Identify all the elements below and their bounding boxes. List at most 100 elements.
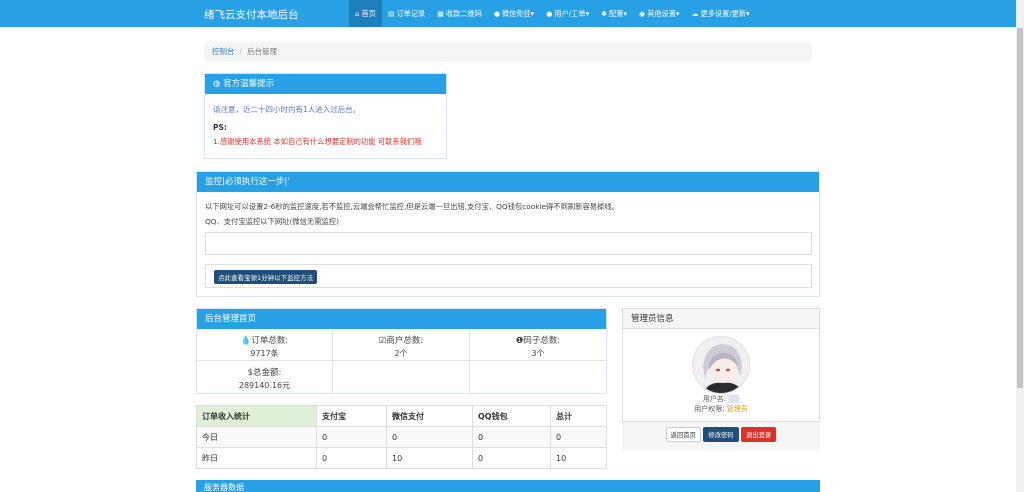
column-header: 订单收入统计: [196, 405, 317, 427]
avatar-illustration: [693, 337, 749, 393]
nav-wechat[interactable]: ● 微信免挂▾: [488, 0, 540, 27]
dashboard-panel-header: 后台管理首页: [197, 309, 606, 329]
nav-other-settings[interactable]: ◉ 其他设置▾: [633, 0, 685, 27]
notice-thanks-text: 1.感谢使用本系统 本如自己有什么想要定制的功能 可联系我们哦: [213, 137, 422, 146]
table-cell: 0: [386, 426, 473, 448]
nav-label: 收款二维码: [445, 9, 482, 18]
back-home-button[interactable]: 返回首页: [665, 427, 701, 442]
dashboard-panel: 后台管理首页 💧订单总数: 9717条 ☑商户总数: 2个 ❶码子总数: 3个 …: [196, 308, 607, 394]
income-stats-table: 订单收入统计 支付宝 微信支付 QQ钱包 总计 今日 0 0 0 0 昨日 0 …: [196, 405, 607, 469]
user-icon: ●: [546, 10, 553, 18]
nav-users[interactable]: ● 用户/工单▾: [540, 0, 595, 27]
monitor-description: 以下网址可以设置2-6秒的监控速度,若不监控,云端会帮忙监控,但是云端一旦出错,…: [205, 202, 619, 211]
notice-login-info: 请注意，近二十四小时内有1人进入过后台。: [213, 105, 361, 114]
breadcrumb-current: 后台管理: [247, 47, 278, 56]
avatar: [692, 336, 750, 394]
logout-button[interactable]: 退出登录: [741, 427, 777, 442]
stat-label-text: 总金额:: [253, 368, 282, 378]
role-label: 用户权限:: [694, 405, 725, 413]
stat-codes: ❶码子总数: 3个: [470, 329, 606, 361]
table-cell: 10: [386, 447, 473, 469]
monitor-button-well: 点此查看宝顿1分钟以下监控方法: [205, 264, 812, 288]
stat-orders: 💧订单总数: 9717条: [197, 329, 333, 361]
stat-total-amount: $总金额: 289140.16元: [197, 361, 333, 394]
page-scrollbar[interactable]: [1016, 0, 1024, 492]
cloud-icon: ☁: [691, 10, 699, 18]
table-cell: 0: [316, 447, 387, 469]
nav-label: 其他设置▾: [647, 9, 680, 18]
nav-config[interactable]: ✱ 配置▾: [595, 0, 633, 27]
stat-label: 💧订单总数:: [197, 334, 332, 346]
table-cell: 0: [550, 426, 607, 448]
table-row: 今日 0 0 0 0: [196, 426, 607, 448]
table-row: 昨日 0 10 0 10: [196, 447, 607, 469]
table-cell: 今日: [196, 426, 317, 448]
stat-empty-cell: [333, 361, 470, 394]
column-header: QQ钱包: [472, 405, 551, 427]
stat-label-text: 订单总数:: [251, 336, 289, 346]
nav-home[interactable]: ⌂ 首页: [349, 0, 382, 27]
stat-value: 289140.16元: [238, 381, 291, 390]
admin-button-bar: 返回首页 修改密码 退出登录: [622, 421, 820, 451]
stat-value: 2个: [394, 349, 408, 358]
column-header: 微信支付: [386, 405, 473, 427]
globe-icon: ◍: [213, 79, 224, 89]
server-data-panel-header: 服务器数据: [196, 480, 820, 492]
settings-icon: ◉: [639, 10, 646, 18]
table-cell: 0: [472, 426, 551, 448]
drop-icon: 💧: [240, 336, 252, 346]
stat-label: ❶码子总数:: [470, 334, 606, 346]
list-icon: ▤: [387, 10, 395, 18]
stat-value: 3个: [531, 349, 545, 358]
nav-qrcode[interactable]: ▦ 收款二维码: [431, 0, 488, 27]
home-icon: ⌂: [355, 10, 360, 18]
notice-panel: ◍ 官方温馨提示 请注意，近二十四小时内有1人进入过后台。 PS: 1.感谢使用…: [204, 73, 447, 159]
nav-label: 首页: [361, 9, 376, 18]
username-label: 用户名:: [702, 395, 727, 403]
table-cell: 0: [316, 426, 387, 448]
monitor-method-button[interactable]: 点此查看宝顿1分钟以下监控方法: [214, 270, 318, 284]
qrcode-icon: ▦: [437, 10, 444, 18]
column-header: 总计: [550, 405, 607, 427]
monitor-hint: QQ、支付宝监控以下网址(微信无需监控): [205, 217, 339, 226]
stat-label-text: 码子总数:: [523, 336, 561, 346]
wechat-icon: ●: [493, 10, 500, 18]
table-cell: 0: [472, 447, 551, 469]
breadcrumb-home-link[interactable]: 控制台: [212, 47, 235, 56]
stat-merchants: ☑商户总数: 2个: [333, 329, 470, 361]
username-value: ▒▒: [728, 395, 740, 403]
notice-ps-label: PS:: [213, 123, 227, 132]
change-password-button[interactable]: 修改密码: [703, 427, 739, 442]
nav-more-updates[interactable]: ☁ 更多设置/更新▾: [686, 0, 756, 27]
brand-title[interactable]: 绪飞云支付本地后台: [204, 7, 299, 22]
nav-label: 配置▾: [609, 9, 628, 18]
table-cell: 10: [550, 447, 607, 469]
stat-value: 9717条: [250, 349, 279, 358]
breadcrumb-separator: /: [239, 47, 243, 56]
nav-label: 微信免挂▾: [501, 9, 535, 18]
nav-label: 订单记录: [396, 9, 426, 18]
top-navbar: 绪飞云支付本地后台 ⌂ 首页 ▤ 订单记录 ▦ 收款二维码 ● 微信免挂▾ ● 用户/工单…: [0, 0, 1024, 27]
stat-label: ☑商户总数:: [333, 334, 469, 346]
admin-username-line: 用户名: ▒▒: [622, 394, 820, 404]
admin-role-line: 用户权限: 管理员: [622, 404, 820, 414]
nav-orders[interactable]: ▤ 订单记录: [382, 0, 431, 27]
stat-label: $总金额:: [197, 366, 332, 378]
role-value: 管理员: [726, 405, 748, 413]
breadcrumb: 控制台 / 后台管理: [204, 42, 812, 62]
monitor-panel-header: 监控|必须执行这一步|': [197, 172, 819, 192]
column-header: 支付宝: [316, 405, 387, 427]
admin-panel-header: 管理员信息: [623, 309, 819, 329]
gear-icon: ✱: [601, 10, 608, 18]
table-header-row: 订单收入统计 支付宝 微信支付 QQ钱包 总计: [196, 405, 607, 427]
stats-grid: 💧订单总数: 9717条 ☑商户总数: 2个 ❶码子总数: 3个 $总金额: 2…: [197, 329, 606, 394]
main-nav: ⌂ 首页 ▤ 订单记录 ▦ 收款二维码 ● 微信免挂▾ ● 用户/工单▾ ✱ 配置▾ ◉ 其他…: [349, 0, 756, 27]
notice-title: 官方温馨提示: [223, 79, 275, 89]
monitor-url-field[interactable]: [205, 232, 812, 255]
stat-label-text: 商户总数:: [386, 336, 424, 346]
notice-panel-header: ◍ 官方温馨提示: [205, 74, 446, 94]
scrollbar-thumb[interactable]: [1017, 28, 1023, 388]
nav-label: 更多设置/更新▾: [700, 9, 750, 18]
table-cell: 昨日: [196, 447, 317, 469]
monitor-panel: 监控|必须执行这一步|' 以下网址可以设置2-6秒的监控速度,若不监控,云端会帮…: [196, 171, 820, 297]
